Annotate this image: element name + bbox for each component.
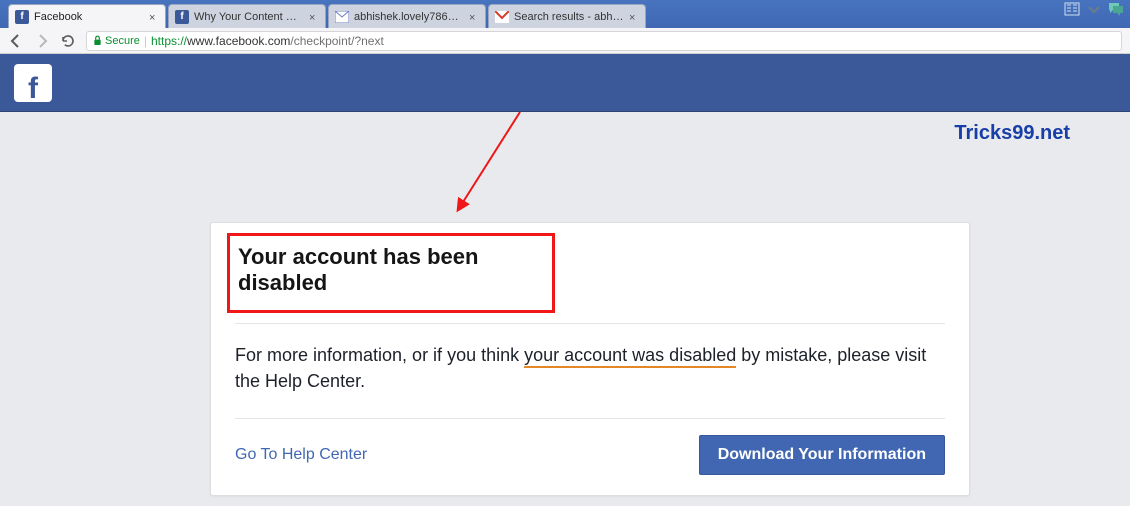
browser-toolbar: Secure | https://www.facebook.com/checkp… (0, 28, 1130, 54)
url-path: /checkpoint/?next (290, 34, 383, 48)
facebook-favicon-icon: f (175, 10, 189, 24)
body-text-pre: For more information, or if you think (235, 345, 524, 365)
watermark-text: Tricks99.net (954, 122, 1070, 145)
tab-title: Facebook (34, 11, 145, 23)
tab-title: Why Your Content Was R (194, 11, 305, 23)
url-text: https://www.facebook.com/checkpoint/?nex… (151, 34, 384, 48)
forward-button[interactable] (34, 33, 50, 49)
extension-icons (1064, 2, 1124, 16)
tab-close-icon[interactable]: × (309, 12, 319, 22)
divider (235, 418, 945, 419)
secure-indicator: Secure (93, 35, 140, 47)
facebook-header: f (0, 54, 1130, 112)
browser-tab[interactable]: abhishek.lovely786@yaho × (328, 4, 486, 28)
facebook-logo-letter: f (28, 76, 38, 102)
extension-chat-icon[interactable] (1108, 2, 1124, 16)
annotation-highlight-box: Your account has been disabled (227, 233, 555, 313)
browser-tab[interactable]: f Why Your Content Was R × (168, 4, 326, 28)
secure-label: Secure (105, 35, 140, 47)
facebook-favicon-icon: f (15, 10, 29, 24)
disabled-account-card: Your account has been disabled For more … (210, 222, 970, 496)
gmail-favicon-icon (495, 10, 509, 24)
card-actions: Go To Help Center Download Your Informat… (235, 435, 945, 475)
tab-close-icon[interactable]: × (149, 12, 159, 22)
card-title: Your account has been disabled (236, 238, 546, 308)
divider (235, 323, 945, 324)
chevron-down-icon[interactable] (1086, 2, 1102, 16)
facebook-logo-icon[interactable]: f (14, 64, 52, 102)
url-scheme: https:// (151, 34, 187, 48)
card-body: For more information, or if you think yo… (235, 342, 945, 394)
mail-favicon-icon (335, 10, 349, 24)
tab-title: Search results - abhishek (514, 11, 625, 23)
page-body: Tricks99.net Your account has been disab… (0, 112, 1130, 506)
help-center-link[interactable]: Go To Help Center (235, 446, 367, 464)
back-button[interactable] (8, 33, 24, 49)
browser-tab[interactable]: Search results - abhishek × (488, 4, 646, 28)
url-host: www.facebook.com (187, 34, 290, 48)
reload-button[interactable] (60, 33, 76, 49)
tab-title: abhishek.lovely786@yaho (354, 11, 465, 23)
tab-close-icon[interactable]: × (629, 12, 639, 22)
download-info-button[interactable]: Download Your Information (699, 435, 945, 475)
address-bar[interactable]: Secure | https://www.facebook.com/checkp… (86, 31, 1122, 51)
browser-tab-strip: f Facebook × f Why Your Content Was R × … (0, 0, 1130, 28)
browser-tab-active[interactable]: f Facebook × (8, 4, 166, 28)
tab-close-icon[interactable]: × (469, 12, 479, 22)
separator: | (144, 34, 147, 48)
extension-expand-icon[interactable] (1064, 2, 1080, 16)
lock-icon (93, 35, 102, 46)
body-text-underlined: your account was disabled (524, 345, 736, 368)
